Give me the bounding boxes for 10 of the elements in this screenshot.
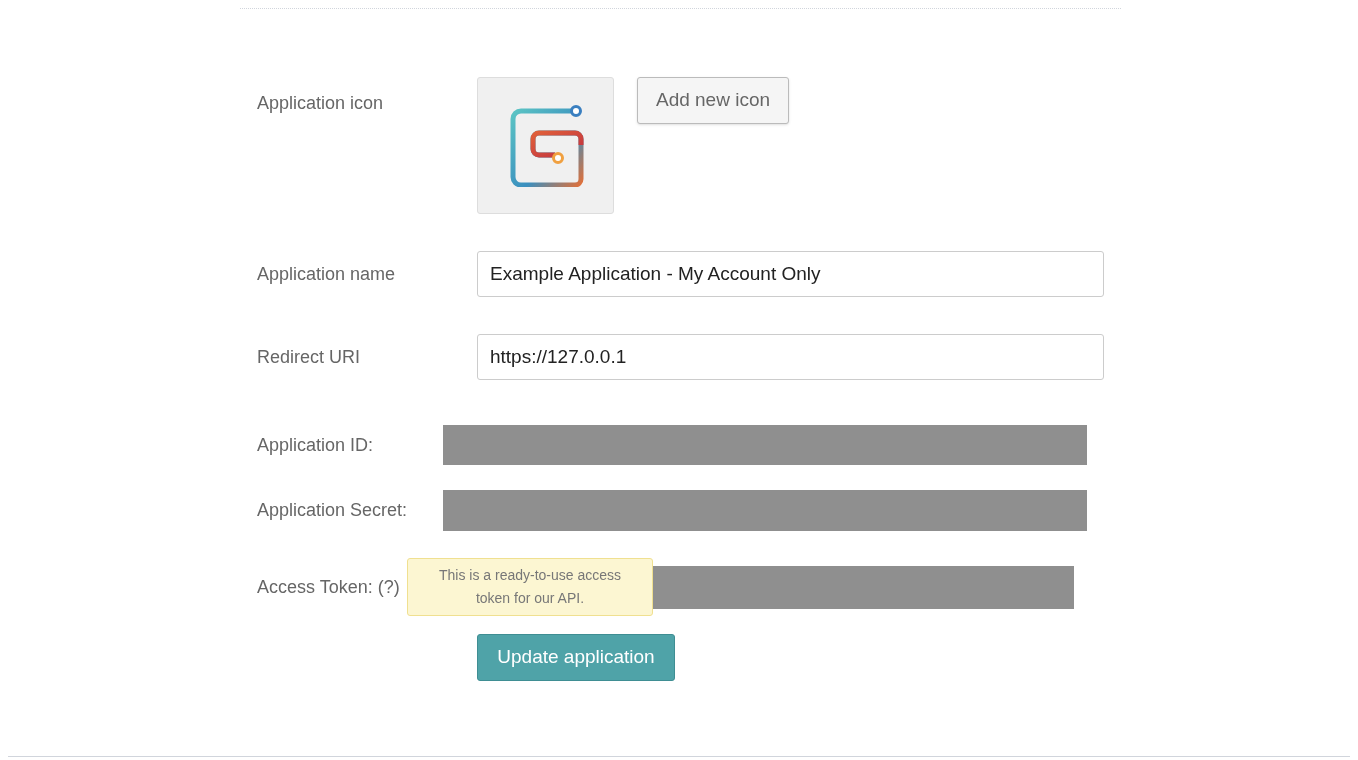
field-label: Access Token: (?) [257, 577, 400, 597]
tooltip: This is a ready-to-use access token for our API. [407, 558, 653, 616]
field-label: Application Secret: [257, 500, 408, 520]
field-label: Redirect URI [257, 345, 362, 369]
text-input[interactable]: Example Application - My Account Only [477, 251, 1104, 297]
field-label: Application name [257, 262, 397, 286]
field-label: Application ID: [257, 434, 374, 455]
text-input[interactable]: https://127.0.0.1 [477, 334, 1104, 380]
add-icon-button[interactable]: Add new icon [637, 77, 789, 124]
field-label: Application icon [257, 92, 385, 115]
